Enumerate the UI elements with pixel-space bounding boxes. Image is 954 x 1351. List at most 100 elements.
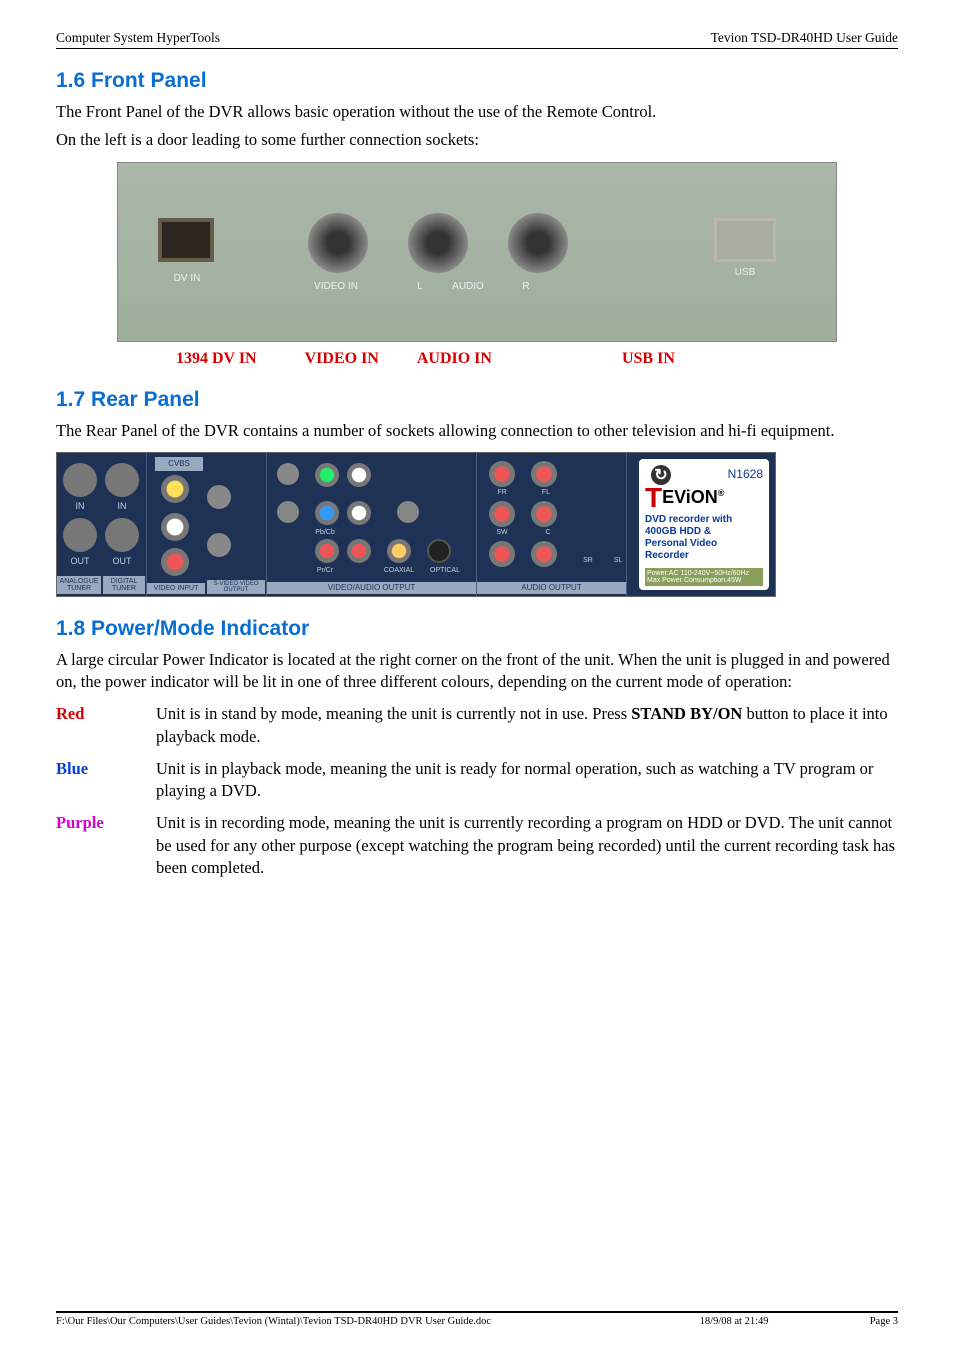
- desc1: DVD recorder with: [645, 514, 732, 525]
- footer-path: F:\Our Files\Our Computers\User Guides\T…: [56, 1316, 598, 1327]
- ao-sw: [489, 501, 515, 527]
- heading-1-8: 1.8 Power/Mode Indicator: [56, 617, 898, 641]
- out-pb: [315, 501, 339, 525]
- caption-usb: USB IN: [622, 350, 675, 368]
- analog-in-port: [63, 463, 97, 497]
- desc2: 400GB HDD &: [645, 526, 711, 537]
- coax-label: COAXIAL: [377, 567, 421, 574]
- audio-l-in-port: [161, 513, 189, 541]
- red-pre: Unit is in stand by mode, meaning the un…: [156, 704, 631, 723]
- desc-red: Unit is in stand by mode, meaning the un…: [156, 703, 898, 748]
- rear-badge: ↻ N1628 TEViON® DVD recorder with 400GB …: [639, 459, 769, 590]
- rear-seg-video-input: CVBS VIDEO INPUT S-VIDEO VIDEO OUTPUT: [147, 453, 267, 596]
- sr-label: SR: [573, 557, 603, 564]
- rear-seg-tuners: IN IN OUT OUT ANALOGUE TUNER DIGITAL TUN…: [57, 453, 147, 596]
- sec18-p1: A large circular Power Indicator is loca…: [56, 649, 898, 694]
- badge-power: Power:AC 110-240V~50Hz/60Hz Max Power Co…: [645, 568, 763, 586]
- rear-panel-image: IN IN OUT OUT ANALOGUE TUNER DIGITAL TUN…: [56, 452, 776, 597]
- power2: Max Power Consumption:45W: [647, 577, 742, 584]
- ao-fl: [531, 461, 557, 487]
- label-red: Red: [56, 703, 156, 748]
- out-y: [315, 463, 339, 487]
- indicator-table: Red Unit is in stand by mode, meaning th…: [56, 703, 898, 879]
- caption-dv: 1394 DV IN: [176, 350, 257, 368]
- front-panel-caption: 1394 DV IN VIDEO IN AUDIO IN USB IN: [56, 350, 898, 368]
- indicator-row-purple: Purple Unit is in recording mode, meanin…: [56, 812, 898, 879]
- power1: Power:AC 110-240V~50Hz/60Hz: [647, 570, 749, 577]
- out-optical: [427, 539, 451, 563]
- digital-in-port: [105, 463, 139, 497]
- brand-reg: ®: [718, 488, 725, 498]
- analog-out-port: [63, 518, 97, 552]
- audio-r-in-port: [161, 548, 189, 576]
- page-footer: F:\Our Files\Our Computers\User Guides\T…: [56, 1311, 898, 1327]
- prcr-label: Pr/Cr: [309, 567, 341, 574]
- audio-l-label: L: [410, 281, 430, 292]
- ao-fr: [489, 461, 515, 487]
- header-left: Computer System HyperTools: [56, 30, 220, 46]
- cvbs-port: [161, 475, 189, 503]
- out-cvbs2: [277, 501, 299, 523]
- optical-label: OPTICAL: [423, 567, 467, 574]
- rear-seg-video-audio-output: Pr/Cr Pb/Cb COAXIAL OPTICAL VIDEO/AUDIO …: [267, 453, 477, 596]
- ao-sr: [489, 541, 515, 567]
- digital-in-label: IN: [105, 501, 139, 511]
- cvbs-label: CVBS: [155, 457, 203, 471]
- svideo-in-port2: [207, 533, 231, 557]
- page-header: Computer System HyperTools Tevion TSD-DR…: [56, 30, 898, 49]
- digital-out-port: [105, 518, 139, 552]
- sw-label: SW: [487, 529, 517, 536]
- digital-out-label: OUT: [105, 556, 139, 566]
- audio-label: AUDIO: [438, 281, 498, 292]
- ao-sl: [531, 541, 557, 567]
- sec17-p1: The Rear Panel of the DVR contains a num…: [56, 420, 898, 442]
- sec16-p2: On the left is a door leading to some fu…: [56, 129, 898, 151]
- heading-1-7: 1.7 Rear Panel: [56, 388, 898, 412]
- svideo-in-port: [207, 485, 231, 509]
- out-r: [347, 539, 371, 563]
- front-panel-image: DV IN VIDEO IN L AUDIO R USB: [117, 162, 837, 342]
- fl-label: FL: [531, 489, 561, 496]
- out-coax-icon: [397, 501, 419, 523]
- out-l: [347, 463, 371, 487]
- brand-logo: TEViON®: [645, 487, 763, 508]
- desc3: Personal Video: [645, 538, 717, 549]
- video-input-label: VIDEO INPUT: [147, 583, 205, 594]
- desc-blue: Unit is in playback mode, meaning the un…: [156, 758, 898, 803]
- usb-port-shape: [714, 218, 776, 262]
- video-port-shape: [308, 213, 368, 273]
- header-right: Tevion TSD-DR40HD User Guide: [711, 30, 898, 46]
- indicator-row-blue: Blue Unit is in playback mode, meaning t…: [56, 758, 898, 803]
- red-bold1: STAND BY/ON: [631, 704, 742, 723]
- swirl-icon: ↻: [651, 465, 671, 485]
- label-blue: Blue: [56, 758, 156, 803]
- badge-desc: DVD recorder with 400GB HDD & Personal V…: [645, 514, 763, 562]
- desc4: Recorder: [645, 550, 689, 561]
- audio-r-port-shape: [508, 213, 568, 273]
- dv-port-shape: [158, 218, 214, 262]
- out-svideo: [277, 463, 299, 485]
- fr-label: FR: [487, 489, 517, 496]
- rear-seg-audio-output: FR FL SW C SR SL AUDIO OUTPUT: [477, 453, 627, 596]
- footer-date: 18/9/08 at 21:49: [598, 1316, 869, 1327]
- video-label: VIDEO IN: [296, 281, 376, 292]
- usb-label: USB: [714, 267, 776, 278]
- audio-output-label: AUDIO OUTPUT: [477, 582, 626, 594]
- footer-page: Page 3: [870, 1316, 898, 1327]
- desc-purple: Unit is in recording mode, meaning the u…: [156, 812, 898, 879]
- indicator-row-red: Red Unit is in stand by mode, meaning th…: [56, 703, 898, 748]
- caption-video: VIDEO IN: [305, 350, 379, 368]
- audio-r-label: R: [516, 281, 536, 292]
- brand-rest: EViON: [662, 487, 718, 507]
- sec16-p1: The Front Panel of the DVR allows basic …: [56, 101, 898, 123]
- svideo-out-label: S-VIDEO VIDEO OUTPUT: [207, 580, 265, 594]
- pbcb-label: Pb/Cb: [309, 529, 341, 536]
- caption-audio: AUDIO IN: [417, 350, 492, 368]
- video-audio-output-label: VIDEO/AUDIO OUTPUT: [267, 582, 476, 594]
- analog-out-label: OUT: [63, 556, 97, 566]
- out-l2: [347, 501, 371, 525]
- label-purple: Purple: [56, 812, 156, 879]
- out-pr: [315, 539, 339, 563]
- c-label: C: [533, 529, 563, 536]
- analog-tuner-label: ANALOGUE TUNER: [57, 576, 101, 594]
